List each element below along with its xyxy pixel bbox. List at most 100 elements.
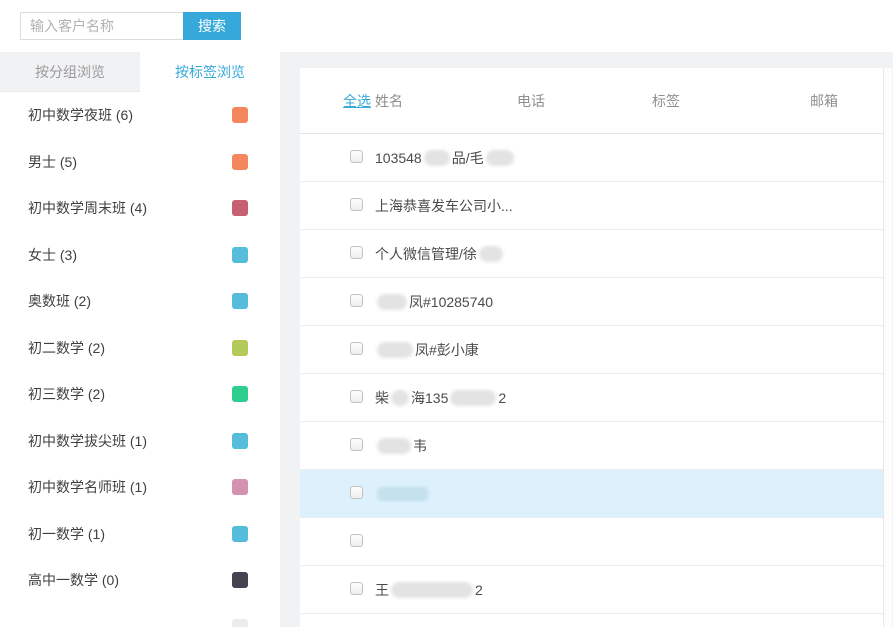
select-all-link[interactable]: 全选 bbox=[300, 91, 375, 111]
table-row[interactable]: 韦 bbox=[300, 422, 883, 470]
search-bar: 搜索 bbox=[0, 0, 893, 52]
scrollbar-track[interactable] bbox=[884, 68, 892, 627]
row-name-cell: 韦 bbox=[375, 436, 517, 456]
tag-color-swatch bbox=[232, 526, 248, 542]
tab-browse-by-group[interactable]: 按分组浏览 bbox=[0, 52, 140, 92]
search-input[interactable] bbox=[20, 12, 183, 40]
tab-browse-by-tag[interactable]: 按标签浏览 bbox=[140, 52, 280, 92]
main-area: 全选 姓名 电话 标签 邮箱 103548品/毛 上海恭喜发车公司小... bbox=[300, 52, 893, 627]
tag-list-item[interactable]: 男士 (5) bbox=[0, 139, 280, 186]
row-checkbox[interactable] bbox=[350, 438, 363, 451]
row-name-cell: 103548品/毛 bbox=[375, 148, 517, 168]
row-name-cell: 柴海1352 bbox=[375, 388, 517, 408]
tag-label: 初三数学 (2) bbox=[28, 384, 105, 404]
row-name-cell: 上海恭喜发车公司小... bbox=[375, 196, 517, 216]
tag-color-swatch bbox=[232, 572, 248, 588]
search-button[interactable]: 搜索 bbox=[183, 12, 241, 40]
redacted-blur bbox=[377, 342, 413, 358]
table-row[interactable]: 柴海1352 bbox=[300, 374, 883, 422]
table-row[interactable]: 上海恭喜发车公司小... bbox=[300, 182, 883, 230]
tag-list-item[interactable]: 初中数学名师班 (1) bbox=[0, 464, 280, 511]
tag-label: 初中数学拔尖班 (1) bbox=[28, 431, 147, 451]
tag-list-item[interactable]: 初中数学周末班 (4) bbox=[0, 185, 280, 232]
row-checkbox[interactable] bbox=[350, 198, 363, 211]
sidebar-tabs: 按分组浏览 按标签浏览 bbox=[0, 52, 280, 92]
customer-manager-app: 搜索 按分组浏览 按标签浏览 初中数学夜班 (6) 男士 (5) 初中数学周末班… bbox=[0, 0, 893, 627]
table-row[interactable]: 王2 bbox=[300, 566, 883, 614]
redacted-blur bbox=[486, 150, 514, 166]
row-checkbox[interactable] bbox=[350, 486, 363, 499]
tag-list-item[interactable]: 高中一数学 (0) bbox=[0, 557, 280, 604]
table-row[interactable]: 个人微信管理/徐 bbox=[300, 230, 883, 278]
row-select-cell bbox=[300, 342, 375, 358]
panel-divider bbox=[280, 52, 300, 627]
row-select-cell bbox=[300, 486, 375, 502]
tag-label: 高中一数学 (0) bbox=[28, 570, 119, 590]
main-top-gap bbox=[300, 52, 893, 68]
tag-list-item[interactable]: 初二数学 (2) bbox=[0, 325, 280, 372]
column-header-tag: 标签 bbox=[652, 91, 810, 111]
tag-list-item[interactable]: 女士 (3) bbox=[0, 232, 280, 279]
row-checkbox[interactable] bbox=[350, 390, 363, 403]
redacted-blur bbox=[377, 486, 429, 502]
tag-list-item[interactable]: 初三数学 (2) bbox=[0, 371, 280, 418]
row-select-cell bbox=[300, 150, 375, 166]
tag-list-item[interactable]: 初中数学拔尖班 (1) bbox=[0, 418, 280, 465]
tag-label: 初二数学 (2) bbox=[28, 338, 105, 358]
table-row[interactable]: 103548品/毛 bbox=[300, 134, 883, 182]
column-header-phone: 电话 bbox=[517, 91, 652, 111]
table-row[interactable] bbox=[300, 614, 883, 627]
tag-list-item[interactable]: 奥数班 (2) bbox=[0, 278, 280, 325]
tag-color-swatch bbox=[232, 107, 248, 123]
table-header: 全选 姓名 电话 标签 邮箱 bbox=[300, 68, 883, 134]
tag-list-item[interactable] bbox=[0, 604, 280, 627]
tag-color-swatch bbox=[232, 619, 248, 627]
tag-color-swatch bbox=[232, 340, 248, 356]
column-header-email: 邮箱 bbox=[810, 91, 883, 111]
content-area: 按分组浏览 按标签浏览 初中数学夜班 (6) 男士 (5) 初中数学周末班 (4… bbox=[0, 52, 893, 627]
row-checkbox[interactable] bbox=[350, 246, 363, 259]
redacted-blur bbox=[391, 390, 409, 406]
row-checkbox[interactable] bbox=[350, 582, 363, 595]
row-select-cell bbox=[300, 438, 375, 454]
column-header-name: 姓名 bbox=[375, 91, 517, 111]
tag-label: 奥数班 (2) bbox=[28, 291, 91, 311]
tag-label: 初中数学周末班 (4) bbox=[28, 198, 147, 218]
row-select-cell bbox=[300, 582, 375, 598]
row-select-cell bbox=[300, 198, 375, 214]
table-row[interactable] bbox=[300, 470, 883, 518]
tag-label: 初中数学夜班 (6) bbox=[28, 105, 133, 125]
tag-list-item[interactable]: 初中数学夜班 (6) bbox=[0, 92, 280, 139]
tag-color-swatch bbox=[232, 433, 248, 449]
row-select-cell bbox=[300, 390, 375, 406]
redacted-blur bbox=[377, 294, 407, 310]
redacted-blur bbox=[391, 582, 473, 598]
table-row[interactable]: 凤#10285740 bbox=[300, 278, 883, 326]
row-checkbox[interactable] bbox=[350, 534, 363, 547]
tag-label: 初中数学名师班 (1) bbox=[28, 477, 147, 497]
row-checkbox[interactable] bbox=[350, 342, 363, 355]
row-select-cell bbox=[300, 294, 375, 310]
row-name-cell: 凤#彭小康 bbox=[375, 340, 517, 360]
tag-label: 初一数学 (1) bbox=[28, 524, 105, 544]
sidebar: 按分组浏览 按标签浏览 初中数学夜班 (6) 男士 (5) 初中数学周末班 (4… bbox=[0, 52, 280, 627]
row-name-cell: 凤#10285740 bbox=[375, 292, 517, 312]
row-select-cell bbox=[300, 246, 375, 262]
tag-color-swatch bbox=[232, 386, 248, 402]
tag-label: 男士 (5) bbox=[28, 152, 77, 172]
row-name-cell bbox=[375, 486, 517, 502]
row-checkbox[interactable] bbox=[350, 150, 363, 163]
tag-color-swatch bbox=[232, 154, 248, 170]
table-row[interactable]: 凤#彭小康 bbox=[300, 326, 883, 374]
table-body: 103548品/毛 上海恭喜发车公司小... 个人微信管理/徐 凤#102857… bbox=[300, 134, 883, 627]
tag-label: 女士 (3) bbox=[28, 245, 77, 265]
redacted-blur bbox=[450, 390, 496, 406]
tag-list-item[interactable]: 初一数学 (1) bbox=[0, 511, 280, 558]
row-select-cell bbox=[300, 534, 375, 550]
customer-table: 全选 姓名 电话 标签 邮箱 103548品/毛 上海恭喜发车公司小... bbox=[300, 68, 884, 627]
row-checkbox[interactable] bbox=[350, 294, 363, 307]
table-row[interactable] bbox=[300, 518, 883, 566]
redacted-blur bbox=[377, 438, 411, 454]
redacted-blur bbox=[479, 246, 503, 262]
tag-color-swatch bbox=[232, 293, 248, 309]
